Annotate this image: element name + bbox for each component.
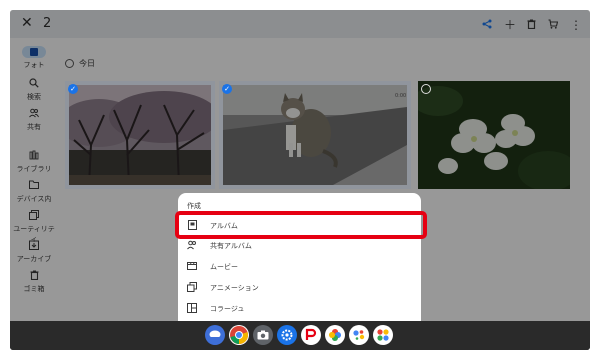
photos-icon[interactable] [325, 325, 345, 345]
menu-item-label: 共有アルバム [210, 242, 252, 250]
sheet-title: 作成 [187, 202, 201, 210]
menu-item-collage[interactable]: コラージュ [178, 298, 421, 318]
menu-item-movie[interactable]: ムービー [178, 256, 421, 276]
collage-icon [187, 303, 197, 316]
apps-icon[interactable] [373, 325, 393, 345]
shared-album-icon [187, 240, 197, 253]
taskbar-dock [10, 321, 590, 350]
menu-item-label: ムービー [210, 263, 238, 271]
unselected-circle-icon[interactable] [421, 84, 431, 94]
messages-icon[interactable] [205, 325, 225, 345]
movie-icon [187, 261, 197, 273]
camera-icon[interactable] [253, 325, 273, 345]
checkmark-icon[interactable]: ✓ [68, 84, 78, 94]
checkmark-icon[interactable]: ✓ [222, 84, 232, 94]
device-frame: ✕ 2 ＋ ⋮ フォト 検索 共有 ライブラリ デバイス内 ユーティリティ アー… [10, 10, 590, 350]
assistant-icon[interactable] [349, 325, 369, 345]
menu-item-animation[interactable]: アニメーション [178, 277, 421, 297]
menu-item-label: アニメーション [210, 284, 259, 292]
paypay-icon[interactable] [301, 325, 321, 345]
menu-item-label: コラージュ [210, 305, 245, 313]
chrome-icon[interactable] [229, 325, 249, 345]
photos-screen: ✕ 2 ＋ ⋮ フォト 検索 共有 ライブラリ デバイス内 ユーティリティ アー… [10, 10, 590, 321]
settings-icon[interactable] [277, 325, 297, 345]
animation-icon [187, 282, 197, 295]
callout-highlight-frame [175, 211, 427, 239]
